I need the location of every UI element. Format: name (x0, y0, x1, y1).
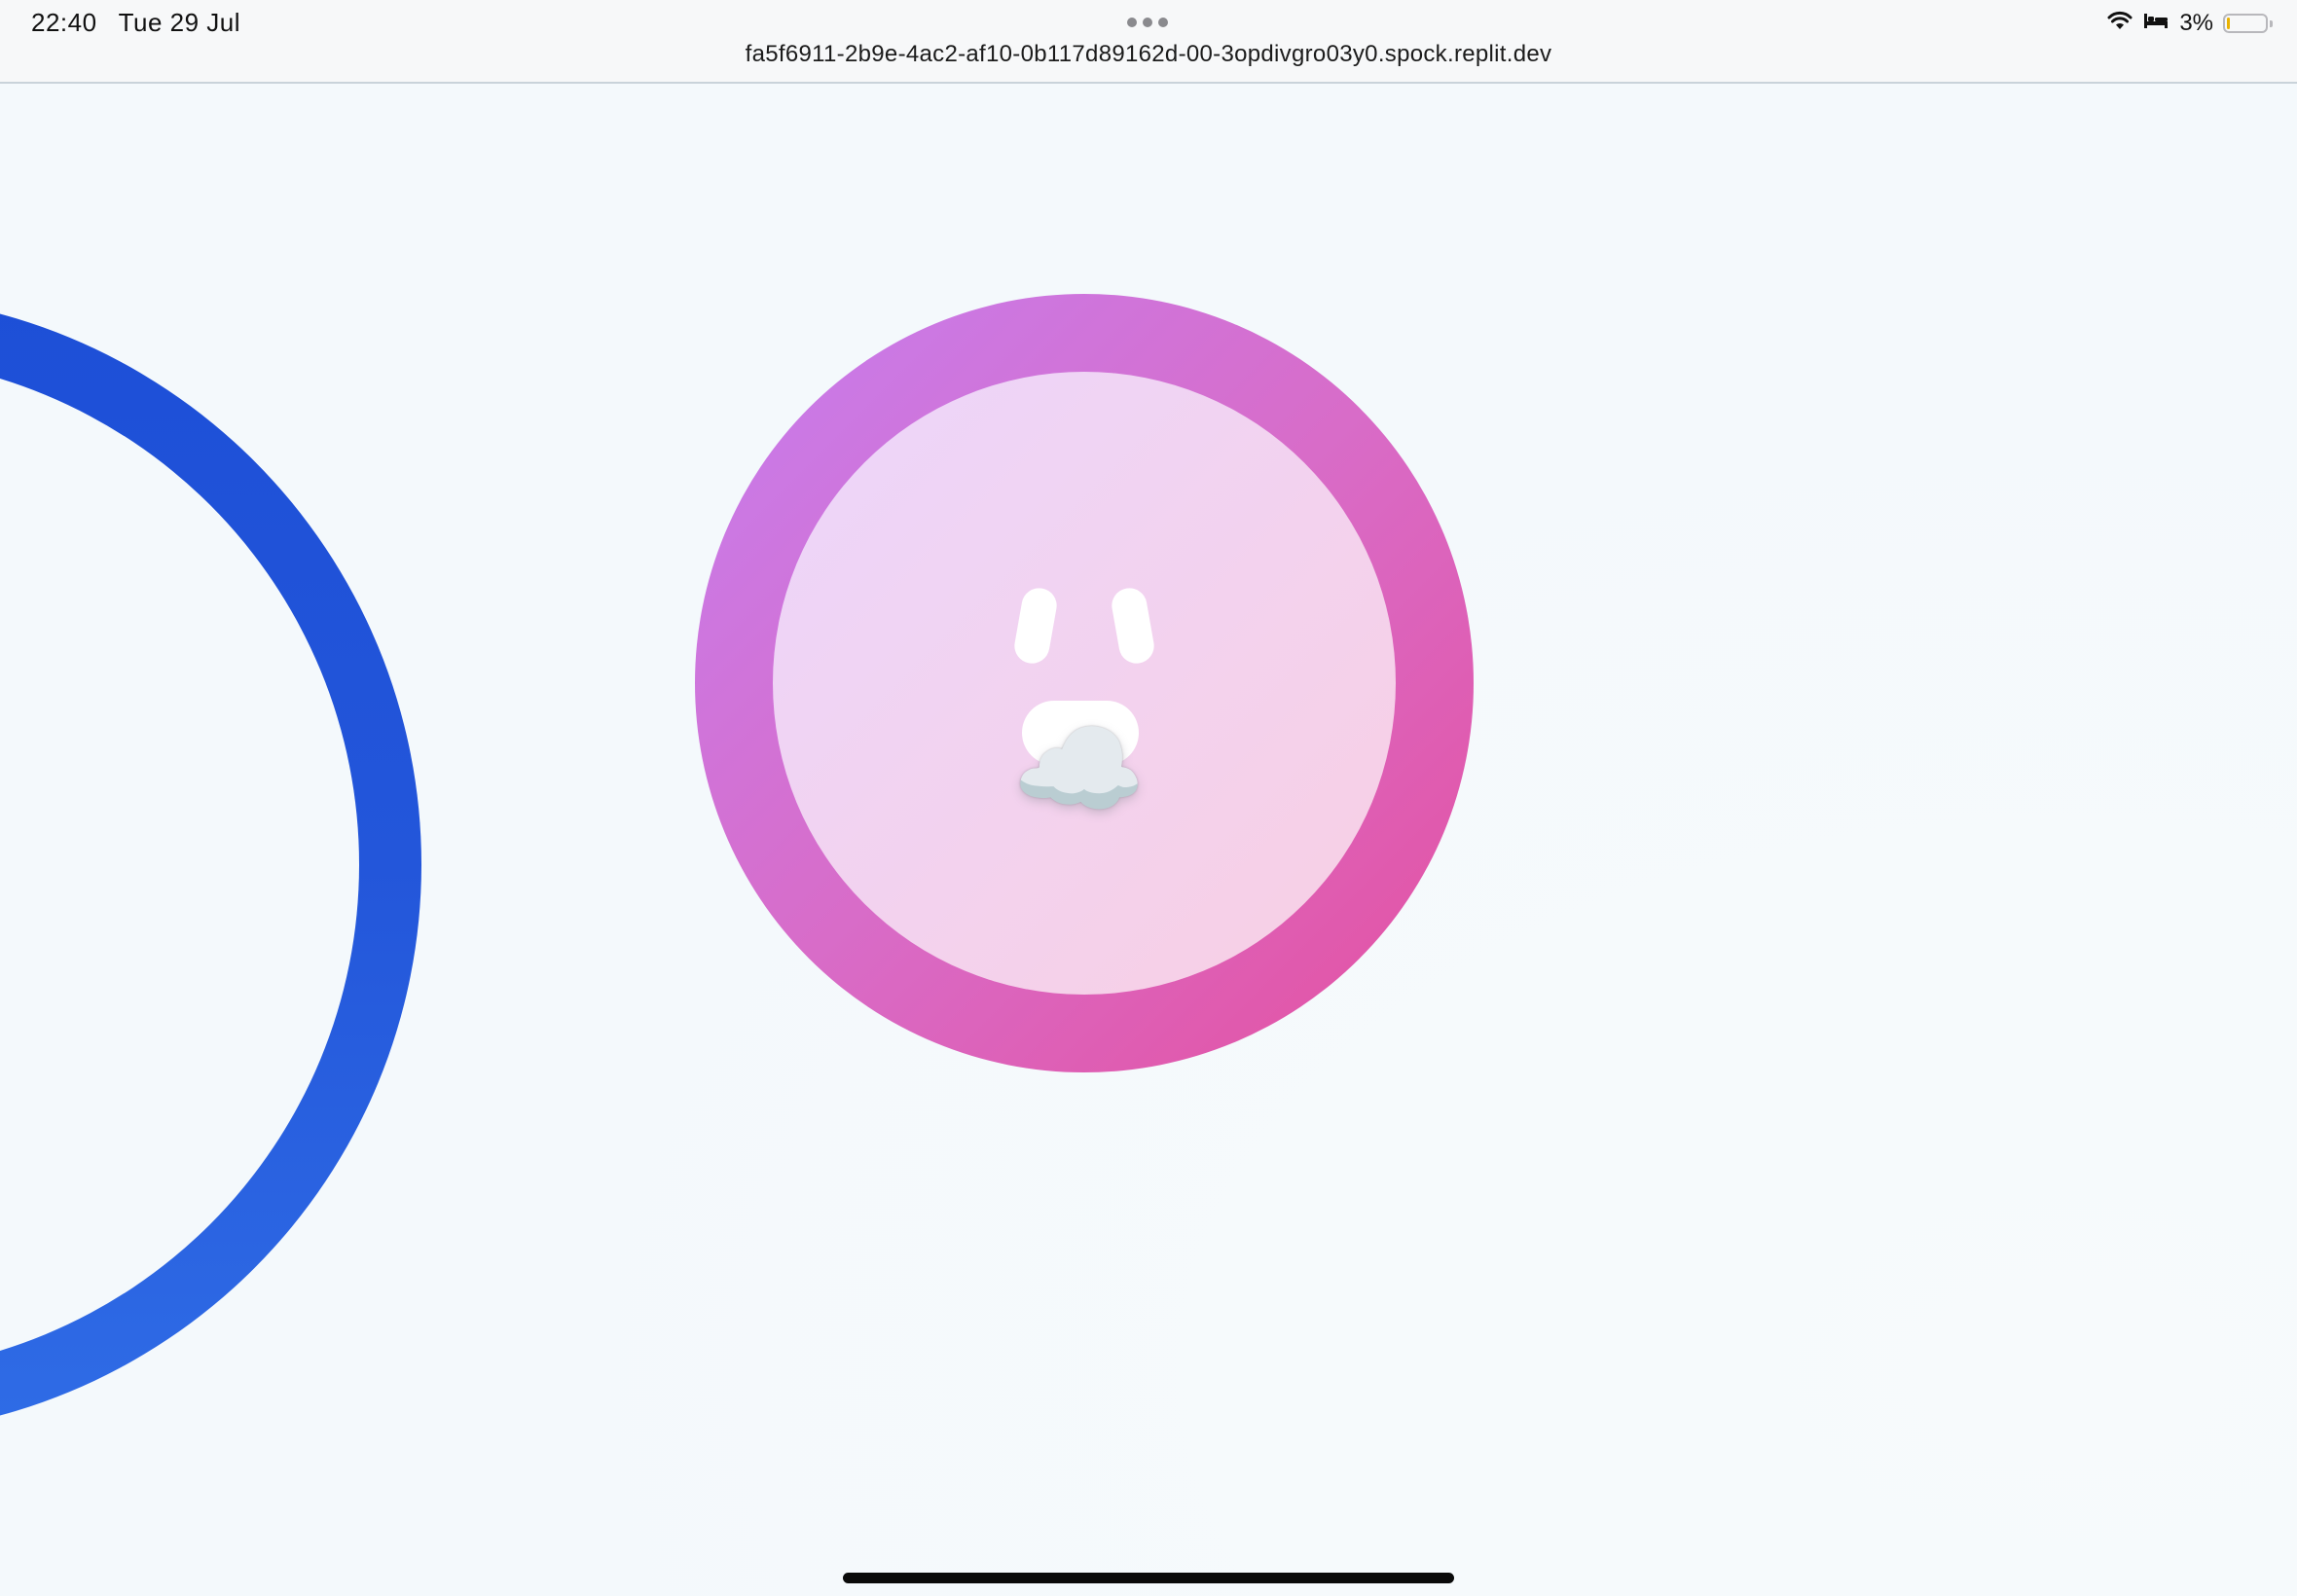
battery-level-fill (2227, 18, 2230, 29)
battery-percent: 3% (2179, 10, 2213, 36)
app-canvas[interactable]: ☁️ (0, 86, 2297, 1596)
status-clock: 22:40 Tue 29 Jul (31, 8, 240, 38)
left-eye (1011, 585, 1060, 667)
right-eye (1109, 585, 1157, 667)
status-bar: 22:40 Tue 29 Jul fa5f6911-2b9e-4ac2-af10-… (0, 0, 2297, 84)
more-dots-icon[interactable] (1127, 18, 1168, 27)
character-orb[interactable]: ☁️ (695, 294, 1474, 1072)
battery-icon (2223, 14, 2273, 33)
home-indicator[interactable] (843, 1573, 1454, 1583)
cloud-icon: ☁️ (1012, 709, 1146, 829)
sleep-focus-icon (2142, 10, 2169, 37)
blue-ring-partial (0, 294, 421, 1435)
character-face: ☁️ (773, 372, 1396, 995)
status-indicators: 3% (2107, 10, 2273, 37)
status-time-text: 22:40 (31, 8, 97, 37)
address-url[interactable]: fa5f6911-2b9e-4ac2-af10-0b117d89162d-00-… (0, 41, 2297, 68)
wifi-icon (2107, 10, 2133, 37)
status-date-text: Tue 29 Jul (118, 8, 241, 37)
